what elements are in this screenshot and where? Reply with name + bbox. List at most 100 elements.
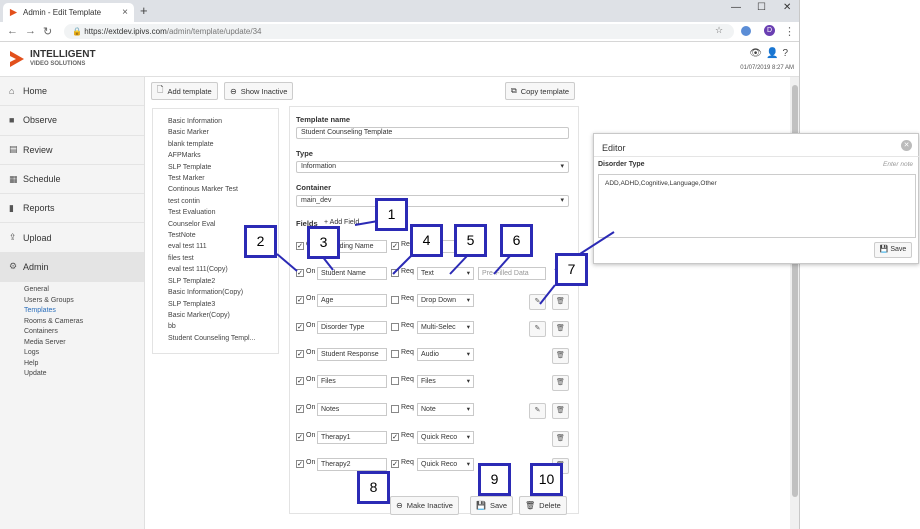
forward-icon[interactable]: → bbox=[25, 25, 36, 37]
field-type-select[interactable]: Note bbox=[417, 403, 474, 416]
template-item[interactable]: Test Marker bbox=[168, 173, 278, 184]
template-item[interactable]: Basic Information(Copy) bbox=[168, 287, 278, 298]
sidebar-item-reports[interactable]: ▮ Reports bbox=[0, 194, 144, 224]
on-checkbox[interactable]: ✓ bbox=[296, 350, 304, 358]
on-checkbox[interactable]: ✓ bbox=[296, 242, 304, 250]
window-close-icon[interactable]: ✕ bbox=[783, 2, 791, 13]
subnav-media-server[interactable]: Media Server bbox=[24, 338, 144, 349]
on-checkbox[interactable]: ✓ bbox=[296, 269, 304, 277]
field-type-select[interactable]: Multi-Selec bbox=[417, 321, 474, 334]
prefill-input[interactable]: Pre-Filled Data bbox=[478, 267, 546, 280]
delete-field-button[interactable]: 🗑 bbox=[552, 403, 569, 419]
field-type-select[interactable]: Quick Reco bbox=[417, 431, 474, 444]
extension-icon[interactable] bbox=[741, 26, 751, 36]
req-checkbox[interactable]: ✓ bbox=[391, 460, 399, 468]
url-input[interactable]: 🔒 https://extdev.ipivs.com/admin/templat… bbox=[64, 24, 734, 39]
req-checkbox[interactable]: ✓ bbox=[391, 242, 399, 250]
enter-note-link[interactable]: Enter note bbox=[883, 161, 913, 168]
add-template-button[interactable]: 🗋 Add template bbox=[151, 82, 218, 100]
template-item[interactable]: blank template bbox=[168, 139, 278, 150]
subnav-general[interactable]: General bbox=[24, 285, 144, 296]
reload-icon[interactable]: ↻ bbox=[43, 25, 52, 38]
subnav-update[interactable]: Update bbox=[24, 369, 144, 380]
field-name-input[interactable]: Student Response bbox=[317, 348, 387, 361]
subnav-logs[interactable]: Logs bbox=[24, 348, 144, 359]
container-select[interactable]: main_dev bbox=[296, 195, 569, 207]
field-name-input[interactable]: Age bbox=[317, 294, 387, 307]
sidebar-item-observe[interactable]: ■ Observe bbox=[0, 106, 144, 136]
subnav-users-groups[interactable]: Users & Groups bbox=[24, 296, 144, 307]
field-name-input[interactable]: Disorder Type bbox=[317, 321, 387, 334]
delete-button[interactable]: 🗑 Delete bbox=[519, 496, 567, 515]
user-icon[interactable]: 👤 bbox=[766, 48, 782, 59]
editor-save-button[interactable]: 💾 Save bbox=[874, 242, 912, 258]
help-icon[interactable]: ? bbox=[782, 48, 792, 59]
template-item[interactable]: SLP Template3 bbox=[168, 299, 278, 310]
subnav-containers[interactable]: Containers bbox=[24, 327, 144, 338]
edit-field-button[interactable]: ✎ bbox=[529, 294, 546, 310]
field-name-input[interactable]: Therapy2 bbox=[317, 458, 387, 471]
save-button[interactable]: 💾 Save bbox=[470, 496, 514, 515]
delete-field-button[interactable]: 🗑 bbox=[552, 431, 569, 447]
template-item[interactable]: eval test 111(Copy) bbox=[168, 264, 278, 275]
on-checkbox[interactable]: ✓ bbox=[296, 460, 304, 468]
req-checkbox[interactable]: ✓ bbox=[391, 433, 399, 441]
field-type-select[interactable]: Quick Reco bbox=[417, 458, 474, 471]
tab-close-icon[interactable]: × bbox=[122, 7, 128, 18]
template-item[interactable]: Test Evaluation bbox=[168, 207, 278, 218]
sidebar-item-review[interactable]: ▤ Review bbox=[0, 136, 144, 165]
editor-values-textarea[interactable]: ADD,ADHD,Cognitive,Language,Other bbox=[598, 174, 916, 238]
bookmark-star-icon[interactable]: ☆ bbox=[715, 25, 723, 36]
type-select[interactable]: Information bbox=[296, 161, 569, 173]
edit-field-button[interactable]: ✎ bbox=[529, 403, 546, 419]
req-checkbox[interactable]: ✓ bbox=[391, 269, 399, 277]
sidebar-item-upload[interactable]: ⇪ Upload bbox=[0, 223, 144, 253]
copy-template-button[interactable]: ⧉ Copy template bbox=[505, 82, 576, 100]
req-checkbox[interactable] bbox=[391, 377, 399, 385]
template-item[interactable]: AFPMarks bbox=[168, 150, 278, 161]
field-type-select[interactable]: Text bbox=[417, 267, 474, 280]
template-item[interactable]: Basic Marker bbox=[168, 127, 278, 138]
new-tab-button[interactable]: + bbox=[140, 3, 148, 18]
template-name-input[interactable]: Student Counseling Template bbox=[296, 127, 569, 139]
template-item[interactable]: SLP Template2 bbox=[168, 276, 278, 287]
edit-field-button[interactable]: ✎ bbox=[529, 321, 546, 337]
on-checkbox[interactable]: ✓ bbox=[296, 296, 304, 304]
on-checkbox[interactable]: ✓ bbox=[296, 323, 304, 331]
delete-field-button[interactable]: 🗑 bbox=[552, 348, 569, 364]
req-checkbox[interactable] bbox=[391, 323, 399, 331]
field-type-select[interactable]: Files bbox=[417, 375, 474, 388]
sidebar-item-admin[interactable]: ⚙ Admin bbox=[0, 252, 144, 283]
profile-avatar[interactable]: D bbox=[764, 25, 775, 36]
req-checkbox[interactable] bbox=[391, 296, 399, 304]
add-field-button[interactable]: + Add Field bbox=[324, 219, 359, 226]
delete-field-button[interactable]: 🗑 bbox=[552, 321, 569, 337]
on-checkbox[interactable]: ✓ bbox=[296, 405, 304, 413]
delete-field-button[interactable]: 🗑 bbox=[552, 294, 569, 310]
template-item[interactable]: test contin bbox=[168, 196, 278, 207]
field-type-select[interactable]: Audio bbox=[417, 348, 474, 361]
browser-menu-icon[interactable]: ⋮ bbox=[784, 25, 795, 38]
req-checkbox[interactable] bbox=[391, 350, 399, 358]
eye-icon[interactable]: 👁 bbox=[749, 48, 766, 59]
template-item[interactable]: SLP Template bbox=[168, 162, 278, 173]
on-checkbox[interactable]: ✓ bbox=[296, 433, 304, 441]
field-name-input[interactable]: Therapy1 bbox=[317, 431, 387, 444]
subnav-help[interactable]: Help bbox=[24, 359, 144, 370]
sidebar-item-home[interactable]: ⌂ Home bbox=[0, 77, 144, 107]
make-inactive-button[interactable]: ⊖ Make Inactive bbox=[390, 496, 459, 515]
field-name-input[interactable]: Files bbox=[317, 375, 387, 388]
field-name-input[interactable]: Student Name bbox=[317, 267, 387, 280]
show-inactive-button[interactable]: ⊖ Show Inactive bbox=[224, 82, 294, 100]
template-item[interactable]: Student Counseling Templ... bbox=[168, 333, 278, 344]
req-checkbox[interactable] bbox=[391, 405, 399, 413]
delete-field-button[interactable]: 🗑 bbox=[552, 375, 569, 391]
template-item[interactable]: bb bbox=[168, 321, 278, 332]
subnav-rooms-cameras[interactable]: Rooms & Cameras bbox=[24, 317, 144, 328]
template-item[interactable]: Continous Marker Test bbox=[168, 184, 278, 195]
close-icon[interactable]: ✕ bbox=[901, 140, 912, 151]
field-name-input[interactable]: Notes bbox=[317, 403, 387, 416]
template-item[interactable]: Basic Information bbox=[168, 116, 278, 127]
subnav-templates[interactable]: Templates bbox=[24, 306, 144, 317]
back-icon[interactable]: ← bbox=[7, 25, 18, 37]
